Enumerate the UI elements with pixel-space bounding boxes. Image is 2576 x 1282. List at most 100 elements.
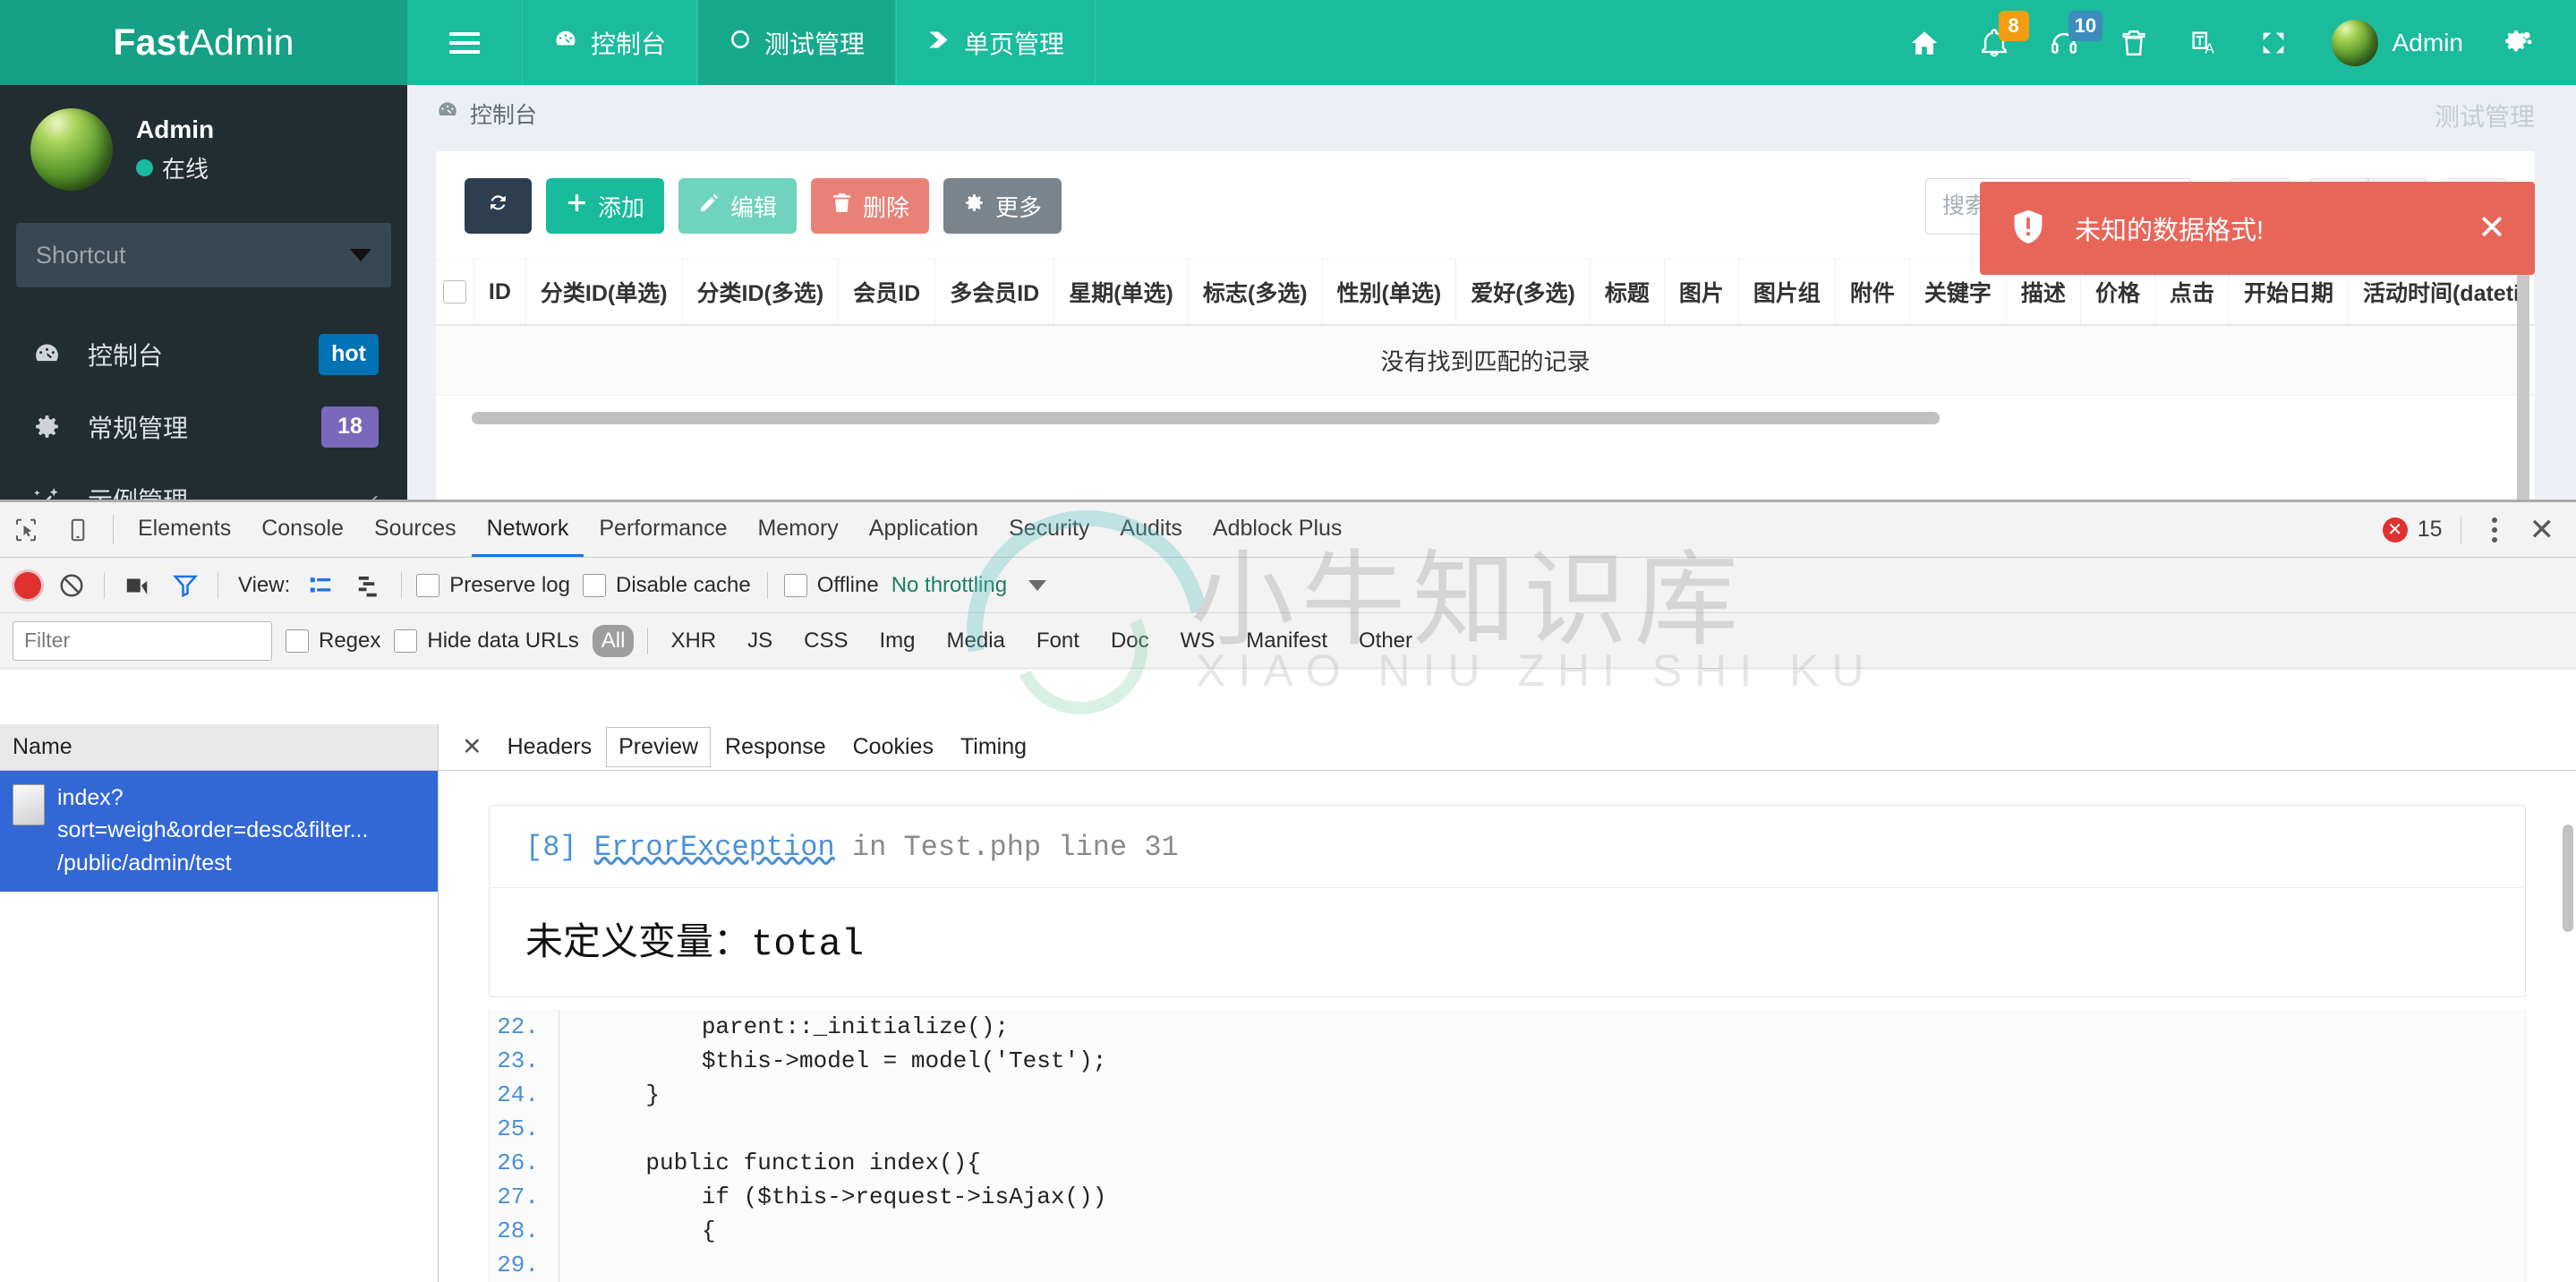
devtools-tab-adblock-plus[interactable]: Adblock Plus (1198, 502, 1358, 557)
more-button[interactable]: 更多 (943, 178, 1062, 234)
nav-tabs: 控制台 测试管理 单页管理 (407, 0, 1096, 85)
devtools-menu-icon[interactable] (2479, 517, 2510, 543)
filter-type-img[interactable]: Img (871, 625, 925, 657)
error-class-link[interactable]: ErrorException (594, 831, 835, 864)
devtools-tab-application[interactable]: Application (854, 502, 994, 557)
table-column-header[interactable]: 爱好(多选) (1456, 260, 1591, 324)
table-column-header[interactable]: 分类ID(多选) (683, 260, 840, 324)
bell-icon[interactable]: 8 (1959, 0, 2029, 85)
home-icon[interactable] (1889, 0, 1959, 85)
table-column-header[interactable]: 星期(单选) (1054, 260, 1189, 324)
device-toolbar-icon[interactable] (52, 502, 104, 557)
filter-type-font[interactable]: Font (1028, 625, 1088, 657)
trash-icon[interactable] (2099, 0, 2169, 85)
nav-tab-single-page[interactable]: 单页管理 (896, 0, 1096, 85)
detail-tab-cookies[interactable]: Cookies (840, 727, 946, 767)
delete-button[interactable]: 删除 (811, 178, 930, 234)
table-column-header[interactable]: 分类ID(单选) (526, 260, 683, 324)
throttling-select[interactable]: No throttling (891, 573, 1007, 598)
devtools-tab-performance[interactable]: Performance (584, 502, 742, 557)
filter-type-other[interactable]: Other (1350, 625, 1421, 657)
close-icon[interactable]: ✕ (451, 733, 493, 761)
gear-icon (963, 192, 985, 220)
gears-icon[interactable] (2483, 0, 2553, 85)
table-column-header[interactable]: 性别(单选) (1323, 260, 1457, 324)
sidebar-item-example-management[interactable]: 示例管理 ‹ (0, 463, 407, 500)
network-list-column-header[interactable]: Name (0, 724, 438, 771)
filter-type-doc[interactable]: Doc (1102, 625, 1158, 657)
disable-cache-checkbox[interactable]: Disable cache (583, 573, 751, 598)
headset-icon[interactable]: 10 (2029, 0, 2103, 85)
clear-icon[interactable] (54, 572, 90, 599)
detail-tab-timing[interactable]: Timing (948, 727, 1039, 767)
add-button[interactable]: 添加 (546, 178, 665, 234)
preview-vertical-scrollbar[interactable] (2563, 825, 2573, 932)
filter-type-js[interactable]: JS (738, 625, 781, 657)
detail-tab-headers[interactable]: Headers (495, 727, 605, 767)
network-request-row[interactable]: index?sort=weigh&order=desc&filter... /p… (0, 771, 438, 892)
table-column-header[interactable]: 图片组 (1739, 260, 1836, 324)
waterfall-view-icon[interactable] (351, 572, 387, 599)
table-column-header[interactable]: ID (474, 260, 526, 324)
regex-checkbox[interactable]: Regex (286, 628, 380, 654)
table-column-header[interactable]: 多会员ID (935, 260, 1055, 324)
table-column-header[interactable]: 标题 (1591, 260, 1665, 324)
nav-tab-test-management[interactable]: 测试管理 (697, 0, 897, 85)
filter-type-media[interactable]: Media (938, 625, 1014, 657)
filter-type-manifest[interactable]: Manifest (1237, 625, 1336, 657)
add-button-label: 添加 (598, 193, 645, 221)
scrollbar-thumb[interactable] (472, 412, 1940, 424)
inspect-element-icon[interactable] (0, 502, 52, 557)
detail-tab-preview[interactable]: Preview (606, 727, 712, 767)
table-horizontal-scrollbar[interactable] (436, 408, 2535, 428)
error-toast-message: 未知的数据格式! (2075, 217, 2265, 245)
nav-tab-dashboard[interactable]: 控制台 (522, 0, 698, 85)
user-menu[interactable]: Admin (2308, 19, 2483, 66)
chevron-down-icon[interactable] (1028, 579, 1047, 591)
devtools-tab-memory[interactable]: Memory (742, 502, 853, 557)
devtools-tab-network[interactable]: Network (471, 502, 584, 557)
close-icon[interactable]: ✕ (2524, 515, 2561, 545)
devtools-tab-audits[interactable]: Audits (1105, 502, 1197, 557)
trash-icon (831, 192, 853, 220)
hide-data-urls-checkbox[interactable]: Hide data URLs (394, 628, 579, 654)
magic-wand-icon (29, 484, 64, 500)
list-view-icon[interactable] (303, 572, 338, 599)
filter-type-xhr[interactable]: XHR (661, 625, 725, 657)
select-all-checkbox[interactable] (436, 260, 474, 324)
preserve-log-checkbox[interactable]: Preserve log (416, 573, 570, 598)
fullscreen-icon[interactable] (2239, 0, 2308, 85)
table-column-header[interactable]: 图片 (1665, 260, 1739, 324)
devtools-tab-security[interactable]: Security (994, 502, 1105, 557)
detail-tab-response[interactable]: Response (712, 727, 839, 767)
sidebar-item-example-management-label: 示例管理 (88, 482, 347, 500)
sidebar-item-general-management[interactable]: 常规管理 18 (0, 390, 407, 463)
sidebar-toggle-button[interactable] (407, 0, 522, 85)
close-icon[interactable]: ✕ (2478, 211, 2506, 245)
devtools-tab-console[interactable]: Console (246, 502, 359, 557)
table-column-header[interactable]: 标志(多选) (1189, 260, 1323, 324)
filter-type-all[interactable]: All (592, 624, 635, 657)
offline-checkbox[interactable]: Offline (783, 573, 879, 598)
hide-data-urls-label: Hide data URLs (427, 628, 579, 653)
devtools-tab-sources[interactable]: Sources (359, 502, 472, 557)
filter-type-css[interactable]: CSS (795, 625, 857, 657)
language-icon[interactable]: A (2169, 0, 2239, 85)
shortcut-select[interactable]: Shortcut (16, 223, 391, 287)
network-request-name: index?sort=weigh&order=desc&filter... (57, 785, 369, 843)
edit-button[interactable]: 编辑 (678, 178, 798, 234)
filter-input[interactable] (13, 620, 272, 661)
capture-screenshots-icon[interactable] (119, 572, 155, 599)
record-button[interactable] (14, 571, 41, 599)
sidebar-item-dashboard[interactable]: 控制台 hot (0, 318, 407, 390)
table-column-header[interactable]: 会员ID (839, 260, 936, 324)
filter-type-ws[interactable]: WS (1172, 625, 1224, 657)
devtools-tab-elements[interactable]: Elements (123, 502, 246, 557)
filter-icon[interactable] (167, 572, 203, 599)
error-count[interactable]: ✕ 15 (2382, 517, 2443, 543)
checkbox-icon (583, 573, 606, 597)
brand-logo[interactable]: Fast Admin (0, 0, 407, 85)
refresh-button[interactable] (465, 178, 532, 234)
table-column-header[interactable]: 附件 (1836, 260, 1910, 324)
